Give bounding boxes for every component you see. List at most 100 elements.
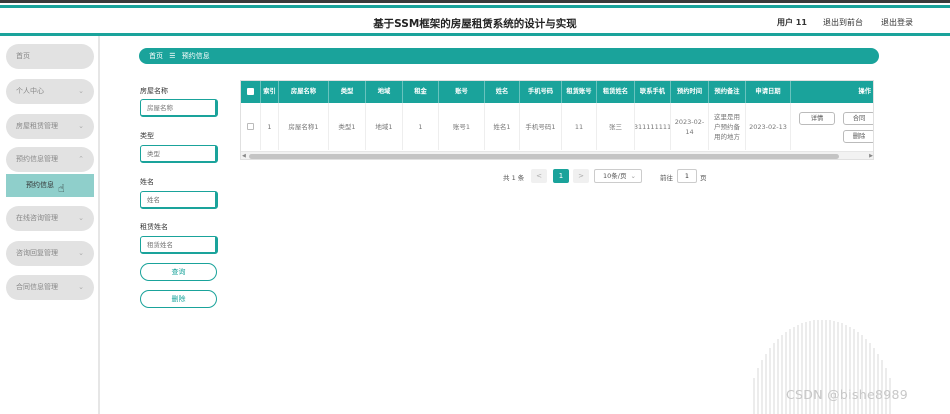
- table-cell: 类型1: [329, 103, 366, 150]
- table-cell: 1: [261, 103, 279, 150]
- chevron-down-icon: ⌄: [78, 283, 84, 291]
- select-all-header[interactable]: [241, 81, 261, 103]
- table-cell: 11: [562, 103, 597, 150]
- chevron-down-icon: ⌄: [78, 122, 84, 130]
- sidebar-subitem-label: 预约信息: [26, 181, 54, 189]
- contract-button[interactable]: 合同: [843, 112, 873, 125]
- sidebar-item-rental-management[interactable]: 房屋租赁管理 ⌄: [6, 114, 94, 139]
- sidebar-item-label: 咨询回复管理: [16, 249, 58, 257]
- scroll-left-icon[interactable]: ◀: [242, 152, 246, 159]
- table-header: 索引 房屋名称 类型 地域 租金 账号 姓名 手机号码 租赁账号 租赁姓名 联系…: [241, 81, 873, 103]
- renter-name-input[interactable]: [140, 236, 218, 254]
- table-cell: 2023-02-14: [671, 103, 709, 150]
- row-checkbox[interactable]: [247, 123, 254, 130]
- table-cell: 13111111111: [635, 103, 671, 150]
- house-name-label: 房屋名称: [140, 87, 168, 95]
- query-button[interactable]: 查询: [140, 263, 217, 281]
- detail-button[interactable]: 详情: [799, 112, 835, 125]
- next-page-button[interactable]: >: [573, 169, 589, 183]
- app-header: 基于SSM框架的房屋租赁系统的设计与实现 用户 11 退出到前台 退出登录: [0, 9, 950, 36]
- table-cell: 房屋名称1: [279, 103, 329, 150]
- column-header: 索引: [261, 81, 279, 103]
- reservation-table: 索引 房屋名称 类型 地域 租金 账号 姓名 手机号码 租赁账号 租赁姓名 联系…: [240, 80, 874, 160]
- logout-link[interactable]: 退出登录: [881, 17, 913, 28]
- sidebar-subitem-reservation-info[interactable]: 预约信息 ☝: [6, 174, 94, 197]
- current-user: 用户 11: [777, 18, 807, 27]
- type-label: 类型: [140, 132, 154, 140]
- goto-page-input[interactable]: 1: [677, 169, 697, 183]
- row-select-cell[interactable]: [241, 103, 261, 150]
- column-header: 联系手机: [635, 81, 671, 103]
- prev-page-button[interactable]: <: [531, 169, 547, 183]
- table-row: 1 房屋名称1 类型1 地域1 1 账号1 姓名1 手机号码1 11 张三 13…: [241, 103, 873, 150]
- goto-label: 前往: [660, 174, 673, 182]
- renter-name-label: 租赁姓名: [140, 223, 168, 231]
- top-dark-stripe: [0, 0, 950, 3]
- sidebar-item-label: 在线咨询管理: [16, 214, 58, 222]
- hand-cursor-icon: ☝: [58, 182, 65, 195]
- pagination-total: 共 1 条: [503, 174, 525, 182]
- sidebar-item-contract-management[interactable]: 合同信息管理 ⌄: [6, 275, 94, 300]
- sidebar: 首页 个人中心 ⌄ 房屋租赁管理 ⌄ 预约信息管理 ⌃ 预约信息 ☝ 在线咨询管…: [0, 36, 100, 414]
- name-label: 姓名: [140, 178, 154, 186]
- chevron-up-icon: ⌃: [78, 155, 84, 163]
- column-header: 租赁账号: [562, 81, 597, 103]
- column-header: 预约备注: [709, 81, 746, 103]
- table-cell: 这里是用户预约备用的地方: [709, 103, 746, 150]
- sidebar-item-label: 房屋租赁管理: [16, 122, 58, 130]
- column-header: 姓名: [485, 81, 520, 103]
- watermark-text: CSDN @bishe8989: [786, 387, 908, 402]
- column-header: 租赁姓名: [597, 81, 635, 103]
- current-page-button[interactable]: 1: [553, 169, 569, 183]
- column-header: 地域: [366, 81, 403, 103]
- delete-button[interactable]: 删除: [140, 290, 217, 308]
- table-cell: 地域1: [366, 103, 403, 150]
- column-header: 租金: [403, 81, 439, 103]
- type-input[interactable]: [140, 145, 218, 163]
- table-cell: 张三: [597, 103, 635, 150]
- column-header: 操作: [858, 88, 871, 95]
- sidebar-item-label: 合同信息管理: [16, 283, 58, 291]
- chevron-down-icon: ⌄: [630, 172, 636, 180]
- column-header: 账号: [439, 81, 485, 103]
- chevron-down-icon: ⌄: [78, 214, 84, 222]
- sidebar-item-home[interactable]: 首页: [6, 44, 94, 69]
- table-cell: 1: [403, 103, 439, 150]
- sidebar-item-label: 个人中心: [16, 87, 44, 95]
- top-accent-stripe: [0, 5, 950, 8]
- page-size-value: 10条/页: [603, 172, 627, 180]
- column-header: 预约时间: [671, 81, 709, 103]
- chevron-down-icon: ⌄: [78, 87, 84, 95]
- table-cell: 账号1: [439, 103, 485, 150]
- horizontal-scrollbar[interactable]: ◀ ▶: [241, 151, 873, 159]
- header-accent-stripe: [0, 33, 950, 36]
- sidebar-item-consultation-management[interactable]: 在线咨询管理 ⌄: [6, 206, 94, 231]
- select-all-checkbox[interactable]: [247, 88, 254, 95]
- breadcrumb-separator-icon: ☰: [169, 52, 176, 60]
- table-cell: 手机号码1: [520, 103, 562, 150]
- house-name-input[interactable]: [140, 99, 218, 117]
- row-delete-button[interactable]: 删除: [843, 130, 873, 143]
- column-header: 类型: [329, 81, 366, 103]
- page-size-select[interactable]: 10条/页 ⌄: [594, 169, 642, 183]
- sidebar-item-personal-center[interactable]: 个人中心 ⌄: [6, 79, 94, 104]
- page-title: 基于SSM框架的房屋租赁系统的设计与实现: [373, 18, 577, 30]
- name-input[interactable]: [140, 191, 218, 209]
- back-to-frontend-link[interactable]: 退出到前台: [823, 17, 863, 28]
- column-header: 手机号码: [520, 81, 562, 103]
- scroll-right-icon[interactable]: ▶: [869, 152, 873, 159]
- scrollbar-thumb[interactable]: [249, 154, 839, 159]
- breadcrumb-home[interactable]: 首页: [149, 52, 163, 60]
- sidebar-item-label: 首页: [16, 52, 30, 60]
- row-actions: 详情 合同 删除: [791, 103, 873, 150]
- breadcrumb: 首页 ☰ 预约信息: [139, 48, 879, 64]
- page-suffix-label: 页: [700, 174, 707, 182]
- column-header: 申请日期: [746, 81, 791, 103]
- chevron-down-icon: ⌄: [78, 249, 84, 257]
- table-cell: 2023-02-13: [746, 103, 791, 150]
- sidebar-item-label: 预约信息管理: [16, 155, 58, 163]
- sidebar-item-reply-management[interactable]: 咨询回复管理 ⌄: [6, 241, 94, 266]
- sidebar-item-reservation-management[interactable]: 预约信息管理 ⌃: [6, 147, 94, 172]
- column-header: 房屋名称: [279, 81, 329, 103]
- table-cell: 姓名1: [485, 103, 520, 150]
